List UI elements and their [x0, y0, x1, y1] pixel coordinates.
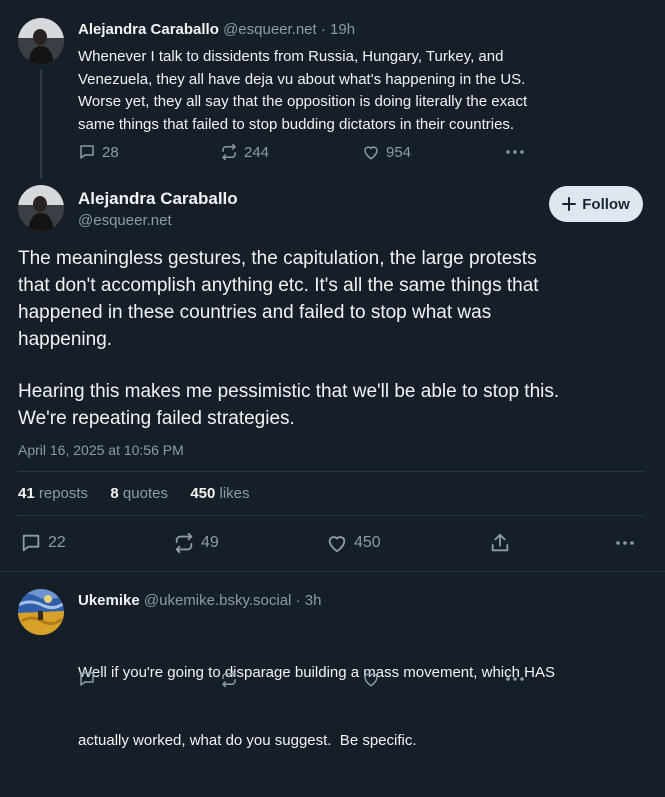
- repost-button[interactable]: 244: [220, 143, 269, 161]
- reply-button[interactable]: [78, 670, 96, 688]
- reply-button[interactable]: 22: [20, 532, 66, 554]
- likes-stat[interactable]: 450 likes: [190, 485, 249, 502]
- text-line: that don't accomplish anything etc. It's…: [18, 275, 539, 296]
- post-timestamp[interactable]: April 16, 2025 at 10:56 PM: [18, 442, 184, 458]
- follow-label: Follow: [582, 195, 630, 213]
- text-line: Worse yet, they all say that the opposit…: [78, 93, 528, 110]
- text-line: happening.: [18, 329, 113, 350]
- avatar-ukemike[interactable]: [18, 589, 64, 635]
- more-options-button[interactable]: [505, 670, 525, 688]
- text-line: The meaningless gestures, the capitulati…: [18, 248, 537, 269]
- repost-icon: [220, 670, 238, 688]
- repost-count: 49: [201, 534, 219, 551]
- repost-count: 244: [244, 143, 270, 161]
- author-handle[interactable]: @esqueer.net: [223, 21, 317, 38]
- like-count: 450: [354, 534, 381, 551]
- quotes-count: 8: [110, 485, 119, 502]
- more-icon: [505, 143, 525, 161]
- post-thread-view: Alejandra Caraballo @esqueer.net · 19h W…: [0, 0, 665, 749]
- likes-count: 450: [190, 485, 216, 502]
- reply-count: 28: [102, 143, 119, 161]
- more-icon: [615, 534, 635, 552]
- reply-post-text: Well if you're going to disparage buildi…: [78, 617, 555, 797]
- reply-count: 22: [48, 534, 66, 551]
- follow-button[interactable]: Follow: [549, 186, 643, 222]
- like-icon: [326, 532, 348, 554]
- like-icon: [362, 143, 380, 161]
- text-line: Well if you're going to disparage buildi…: [78, 664, 555, 681]
- author-name[interactable]: Alejandra Caraballo: [78, 21, 219, 38]
- text-line: We're repeating failed strategies.: [18, 408, 295, 429]
- repost-icon: [220, 143, 238, 161]
- like-icon: [362, 670, 380, 688]
- more-icon: [505, 670, 525, 688]
- text-line: Hearing this makes me pessimistic that w…: [18, 381, 560, 402]
- divider: [0, 571, 665, 572]
- main-post-text: The meaningless gestures, the capitulati…: [18, 245, 559, 432]
- repost-icon: [173, 532, 195, 554]
- share-button[interactable]: [489, 532, 511, 554]
- repost-button[interactable]: 49: [173, 532, 219, 554]
- avatar-alejandra[interactable]: [18, 185, 64, 231]
- avatar-alejandra[interactable]: [18, 18, 64, 64]
- reposts-stat[interactable]: 41 reposts: [18, 485, 88, 502]
- thread-connector-line: [40, 70, 42, 178]
- author-name[interactable]: Ukemike: [78, 592, 140, 609]
- likes-label: likes: [219, 485, 250, 502]
- like-count: 954: [386, 143, 412, 161]
- reply-icon: [20, 532, 42, 554]
- reply-button[interactable]: 28: [78, 143, 119, 161]
- quotes-label: quotes: [122, 485, 168, 502]
- plus-icon: [562, 197, 577, 211]
- parent-post-header: Alejandra Caraballo @esqueer.net · 19h: [78, 21, 355, 38]
- divider: [18, 515, 645, 516]
- more-options-button[interactable]: [505, 143, 525, 161]
- text-line: Venezuela, they all have deja vu about w…: [78, 70, 526, 88]
- reply-icon: [78, 670, 96, 688]
- post-time[interactable]: · 19h: [321, 21, 355, 38]
- text-line: happened in these countries and failed t…: [18, 302, 492, 323]
- author-handle[interactable]: @esqueer.net: [78, 212, 172, 229]
- reposts-label: reposts: [38, 485, 89, 502]
- text-line: actually worked, what do you suggest. Be…: [78, 731, 417, 749]
- text-line: Whenever I talk to dissidents from Russi…: [78, 48, 504, 65]
- parent-post-text: Whenever I talk to dissidents from Russi…: [78, 46, 527, 136]
- quotes-stat[interactable]: 8 quotes: [110, 485, 168, 502]
- like-button[interactable]: [362, 670, 380, 688]
- share-icon: [489, 532, 511, 554]
- reply-icon: [78, 143, 96, 161]
- repost-button[interactable]: [220, 670, 238, 688]
- reposts-count: 41: [18, 485, 35, 502]
- like-button[interactable]: 954: [362, 143, 411, 161]
- like-button[interactable]: 450: [326, 532, 381, 554]
- engagement-stats: 41 reposts 8 quotes 450 likes: [18, 485, 250, 502]
- reply-post-header: Ukemike @ukemike.bsky.social · 3h: [78, 592, 321, 609]
- more-options-button[interactable]: [615, 534, 635, 552]
- author-name[interactable]: Alejandra Caraballo: [78, 189, 238, 209]
- author-handle[interactable]: @ukemike.bsky.social: [144, 592, 292, 609]
- post-time[interactable]: · 3h: [296, 592, 322, 609]
- text-line: same things that failed to stop budding …: [78, 115, 515, 133]
- divider: [18, 471, 645, 472]
